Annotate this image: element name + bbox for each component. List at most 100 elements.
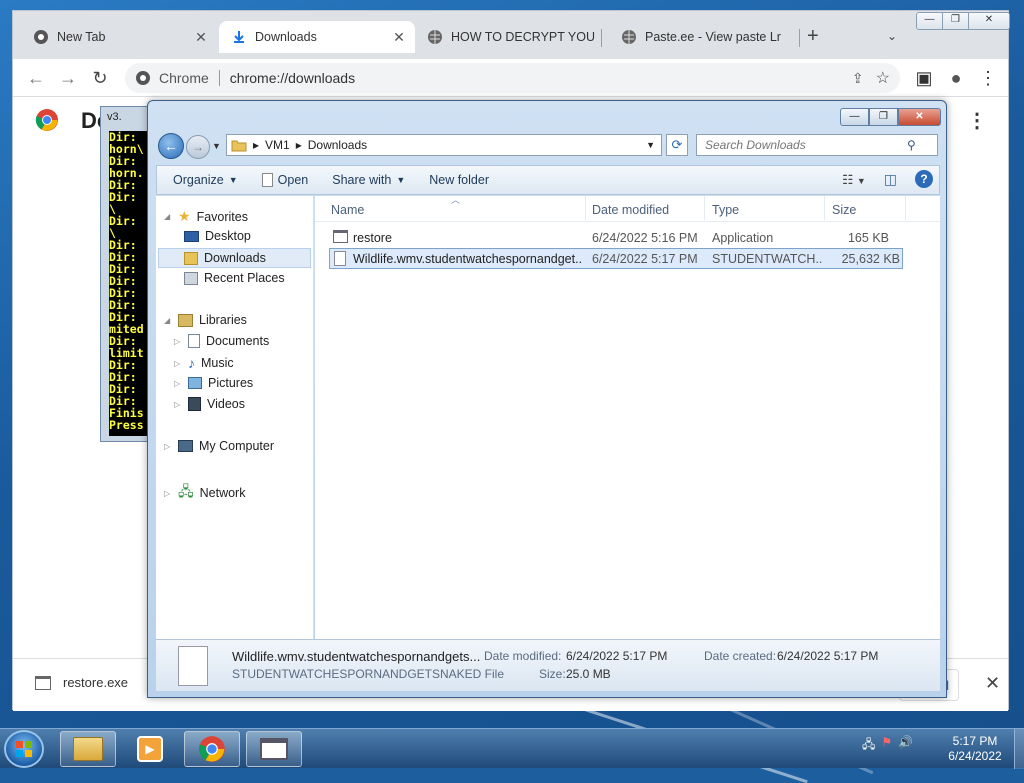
expand-arrow-icon[interactable]: ◢ <box>164 316 172 325</box>
taskbar-media-player[interactable]: ▶ <box>122 731 178 767</box>
file-icon <box>334 251 346 269</box>
column-name[interactable]: Name <box>331 203 364 217</box>
column-size[interactable]: Size <box>832 203 856 217</box>
new-folder-button[interactable]: New folder <box>417 173 501 187</box>
nav-documents[interactable]: ▷ Documents <box>174 334 269 348</box>
videos-icon <box>188 397 201 411</box>
nav-network[interactable]: ▷ 🖧 Network <box>164 481 245 505</box>
nav-label: Desktop <box>205 229 251 243</box>
tab-new-tab[interactable]: New Tab ✕ <box>21 21 217 53</box>
taskbar-console[interactable] <box>246 731 302 767</box>
file-row[interactable]: restore 6/24/2022 5:16 PM Application 16… <box>329 227 903 248</box>
nav-favorites[interactable]: ◢ ★ Favorites <box>164 208 248 225</box>
nav-my-computer[interactable]: ▷ My Computer <box>164 439 274 453</box>
expand-arrow-icon[interactable]: ▷ <box>164 442 172 451</box>
taskbar: ▶ 🖧 ⚑ 🔊 5:17 PM 6/24/2022 <box>0 728 1024 769</box>
column-divider[interactable] <box>824 196 825 220</box>
side-panel-icon[interactable]: ▣ <box>913 67 935 89</box>
search-box[interactable]: ⚲ <box>696 134 938 156</box>
expand-arrow-icon[interactable]: ▷ <box>174 400 182 409</box>
breadcrumb-vm1[interactable]: VM1 <box>265 138 290 152</box>
preview-pane-icon[interactable]: ◫ <box>884 171 897 188</box>
star-icon[interactable]: ☆ <box>876 68 890 88</box>
back-arrow-icon[interactable]: ← <box>158 133 184 159</box>
kebab-menu-icon[interactable]: ⋮ <box>967 108 987 133</box>
shelf-download-item[interactable]: restore.exe <box>35 675 128 690</box>
view-options-icon[interactable]: ☷ ▼ <box>842 172 866 187</box>
nav-label: Music <box>201 356 234 370</box>
close-tab-icon[interactable]: ✕ <box>391 29 407 46</box>
column-divider[interactable] <box>585 196 586 220</box>
expand-arrow-icon[interactable]: ▷ <box>174 359 182 368</box>
start-button[interactable] <box>4 730 44 768</box>
file-row-selected[interactable]: Wildlife.wmv.studentwatchespornandget...… <box>329 248 903 269</box>
libraries-icon <box>178 313 193 327</box>
expand-arrow-icon[interactable]: ◢ <box>164 212 172 221</box>
tab-downloads[interactable]: Downloads ✕ <box>219 21 415 53</box>
action-center-flag-icon[interactable]: ⚑ <box>881 735 892 756</box>
chrome-icon <box>198 736 225 762</box>
clock[interactable]: 5:17 PM 6/24/2022 <box>935 734 1015 764</box>
forward-arrow-icon[interactable]: → <box>186 135 210 159</box>
breadcrumb-downloads[interactable]: Downloads <box>308 138 367 152</box>
search-input[interactable] <box>697 138 907 152</box>
close-icon[interactable]: ✕ <box>898 108 941 126</box>
breadcrumb-arrow-icon[interactable]: ▸ <box>253 138 259 152</box>
recent-pages-dropdown-icon[interactable]: ▼ <box>212 141 221 151</box>
share-icon[interactable]: ⇪ <box>852 70 864 87</box>
taskbar-chrome[interactable] <box>184 731 240 767</box>
nav-desktop[interactable]: Desktop <box>184 229 251 243</box>
search-icon[interactable]: ⚲ <box>907 138 916 152</box>
restore-icon[interactable]: ❐ <box>943 13 969 29</box>
help-icon[interactable]: ? <box>915 170 933 188</box>
new-tab-plus-icon[interactable]: + <box>807 25 819 48</box>
details-size-value: 25.0 MB <box>566 667 611 681</box>
column-type[interactable]: Type <box>712 203 739 217</box>
nav-pictures[interactable]: ▷ Pictures <box>174 376 253 390</box>
details-filename: Wildlife.wmv.studentwatchespornandgets..… <box>232 649 481 664</box>
explorer-window: — ❐ ✕ ← → ▼ ▸ VM1 ▸ Downloads ▼ ⟳ ⚲ Orga… <box>147 100 947 698</box>
close-icon[interactable]: ✕ <box>985 673 1000 694</box>
network-status-icon[interactable]: 🖧 <box>862 735 875 756</box>
tab-pasteee[interactable]: Paste.ee - View paste Lr <box>609 21 797 53</box>
nav-music[interactable]: ▷ ♪ Music <box>174 355 234 371</box>
column-date-modified[interactable]: Date modified <box>592 203 669 217</box>
chevron-down-icon[interactable]: ▼ <box>646 140 655 150</box>
omnibox[interactable]: Chrome chrome://downloads ⇪ ☆ <box>125 63 900 93</box>
forward-arrow-icon[interactable]: → <box>57 67 79 89</box>
window-controls: — ❐ ✕ <box>916 12 1010 30</box>
expand-arrow-icon[interactable]: ▷ <box>174 337 182 346</box>
nav-videos[interactable]: ▷ Videos <box>174 397 245 411</box>
nav-downloads[interactable]: Downloads <box>158 248 311 268</box>
music-icon: ♪ <box>188 355 195 371</box>
reload-icon[interactable]: ↻ <box>89 67 111 89</box>
close-tab-icon[interactable]: ✕ <box>193 29 209 46</box>
show-desktop-button[interactable] <box>1014 729 1024 769</box>
nav-libraries[interactable]: ◢ Libraries <box>164 313 247 327</box>
address-bar[interactable]: ▸ VM1 ▸ Downloads ▼ <box>226 134 662 156</box>
expand-arrow-icon[interactable]: ▷ <box>164 489 172 498</box>
maximize-icon[interactable]: ❐ <box>869 108 898 126</box>
volume-icon[interactable]: 🔊 <box>898 735 913 756</box>
column-divider[interactable] <box>905 196 906 220</box>
tab-decrypt[interactable]: HOW TO DECRYPT YOU <box>415 21 607 53</box>
folder-icon <box>231 140 247 152</box>
minimize-icon[interactable]: — <box>917 13 943 29</box>
organize-button[interactable]: Organize ▼ <box>157 173 250 187</box>
close-icon[interactable]: ✕ <box>969 13 1009 29</box>
chevron-down-icon[interactable]: ⌄ <box>887 29 897 43</box>
back-arrow-icon[interactable]: ← <box>25 67 47 89</box>
refresh-icon[interactable]: ⟳ <box>666 134 688 156</box>
profile-avatar-icon[interactable]: ● <box>945 67 967 89</box>
minimize-icon[interactable]: — <box>840 108 869 126</box>
share-with-button[interactable]: Share with ▼ <box>320 173 417 187</box>
nav-recent-places[interactable]: Recent Places <box>184 271 285 285</box>
kebab-menu-icon[interactable]: ⋮ <box>977 67 999 89</box>
open-button[interactable]: Open <box>250 173 321 187</box>
nav-label: Videos <box>207 397 245 411</box>
expand-arrow-icon[interactable]: ▷ <box>174 379 182 388</box>
breadcrumb-arrow-icon[interactable]: ▸ <box>296 138 302 152</box>
taskbar-explorer[interactable] <box>60 731 116 767</box>
column-divider[interactable] <box>704 196 705 220</box>
file-name: restore <box>353 230 392 245</box>
